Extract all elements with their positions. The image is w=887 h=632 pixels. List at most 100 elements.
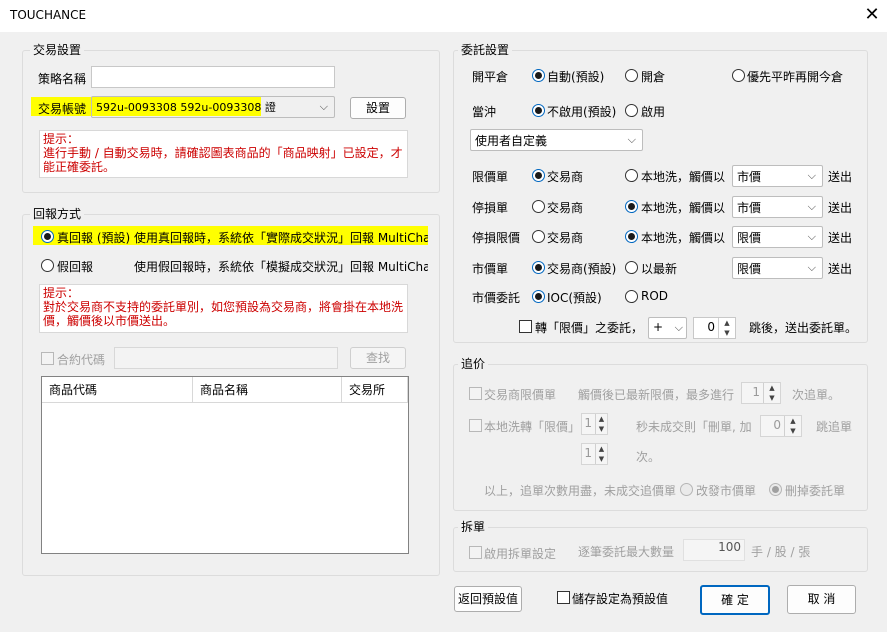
close-icon[interactable]: ✕ [862, 4, 882, 26]
fake-report-radio[interactable] [41, 259, 54, 272]
real-report-desc: 使用真回報時，系統依「實際成交狀況」回報 MultiCharts [134, 231, 428, 245]
chase-times-value: 1 [584, 446, 592, 460]
stop-limit-send-label: 送出 [828, 231, 853, 245]
exhaust-market-label: 改發市價單 [696, 484, 757, 498]
open-close-open-label: 開倉 [641, 70, 666, 84]
open-close-auto-radio[interactable] [532, 69, 545, 82]
user-defined-select[interactable]: 使用者自定義 ⌵ [470, 129, 643, 151]
convert-limit-checkbox[interactable] [519, 320, 532, 333]
chevron-down-icon: ⌵ [627, 133, 636, 146]
spinner-arrows-icon[interactable]: ▲ ▼ [595, 414, 607, 434]
market-broker-radio[interactable] [532, 261, 545, 274]
open-close-priority-label: 優先平昨再開今倉 [747, 70, 844, 84]
convert-sign-select[interactable]: + ⌵ [648, 317, 687, 339]
local-ticks-spinner[interactable]: 0 ▲ ▼ [760, 415, 802, 437]
open-close-label: 開平倉 [472, 70, 509, 84]
spinner-arrows-icon[interactable]: ▲ ▼ [718, 318, 735, 338]
limit-local-label: 本地洗，觸價以 [641, 170, 726, 184]
real-report-radio[interactable] [41, 230, 54, 243]
split-unit-label: 手 / 股 / 張 [751, 545, 811, 559]
stop-local-label: 本地洗，觸價以 [641, 201, 726, 215]
account-select[interactable]: 592u-0093308 592u-0093308 證 ⌵ [91, 96, 335, 118]
limit-order-label: 限價單 [472, 170, 509, 184]
broker-limit-label: 交易商限價單 [484, 388, 557, 402]
window-title: TOUCHANCE [10, 8, 87, 22]
day-trade-off-label: 不啟用(預設) [547, 105, 617, 119]
broker-limit-desc: 觸價後已最新限價，最多進行 [578, 388, 735, 402]
local-to-limit-desc: 秒未成交則「刪單, 加 [636, 420, 752, 434]
stop-price-value: 市價 [737, 201, 762, 215]
trade-hint-box: 提示： 進行手動 / 自動交易時，請確認圖表商品的「商品映射」已設定，才能正確委… [39, 130, 408, 178]
local-to-limit-suffix: 跳追單 [816, 420, 853, 434]
day-trade-on-radio[interactable] [625, 104, 638, 117]
stop-broker-label: 交易商 [547, 201, 584, 215]
product-table[interactable]: 商品代碼 商品名稱 交易所 [41, 376, 409, 554]
broker-limit-count-value: 1 [752, 385, 760, 399]
split-enable-checkbox[interactable] [469, 546, 482, 559]
convert-ticks-spinner[interactable]: 0 ▲ ▼ [693, 317, 736, 339]
exhaust-market-radio[interactable] [680, 483, 693, 496]
day-trade-off-radio[interactable] [532, 104, 545, 117]
exhaust-delete-label: 刪掉委託單 [785, 484, 846, 498]
stop-price-select[interactable]: 市價 ⌵ [732, 196, 823, 218]
tif-ioc-radio[interactable] [532, 290, 545, 303]
search-button[interactable]: 查找 [350, 347, 406, 369]
split-max-input[interactable]: 100 [683, 539, 745, 561]
open-close-priority-radio[interactable] [732, 69, 745, 82]
market-tif-label: 市價委託 [472, 291, 521, 305]
cancel-button[interactable]: 取 消 [787, 585, 856, 614]
contract-code-checkbox[interactable] [41, 352, 54, 365]
col-exchange[interactable]: 交易所 [342, 377, 408, 403]
chevron-down-icon: ⌵ [807, 230, 816, 243]
local-to-limit-checkbox[interactable] [469, 419, 482, 432]
save-default-label: 儲存設定為預設值 [572, 592, 669, 606]
stop-local-radio[interactable] [625, 200, 638, 213]
stop-limit-local-label: 本地洗，觸價以 [641, 231, 726, 245]
broker-limit-count-spinner[interactable]: 1 ▲ ▼ [741, 382, 781, 404]
limit-price-select[interactable]: 市價 ⌵ [732, 165, 823, 187]
tif-rod-radio[interactable] [625, 290, 638, 303]
limit-price-value: 市價 [737, 170, 762, 184]
stop-broker-radio[interactable] [532, 200, 545, 213]
split-enable-label: 啟用拆單設定 [484, 547, 557, 561]
day-trade-label: 當沖 [472, 105, 497, 119]
market-price-select[interactable]: 限價 ⌵ [732, 257, 823, 279]
chase-times-spinner[interactable]: 1 ▲ ▼ [581, 443, 608, 465]
fake-report-label: 假回報 [57, 260, 94, 274]
local-seconds-spinner[interactable]: 1 ▲ ▼ [581, 413, 608, 435]
stop-limit-local-radio[interactable] [625, 230, 638, 243]
strategy-name-label: 策略名稱 [38, 72, 87, 86]
stop-limit-broker-radio[interactable] [532, 230, 545, 243]
day-trade-on-label: 啟用 [641, 105, 666, 119]
ok-button[interactable]: 確 定 [700, 585, 770, 615]
real-report-label: 真回報 (預設) [57, 231, 131, 245]
limit-send-label: 送出 [828, 170, 853, 184]
stop-limit-price-select[interactable]: 限價 ⌵ [732, 226, 823, 248]
exhaust-delete-radio[interactable] [769, 483, 782, 496]
account-label: 交易帳號 [38, 102, 87, 116]
col-product-code[interactable]: 商品代碼 [42, 377, 193, 403]
limit-local-radio[interactable] [625, 169, 638, 182]
spinner-arrows-icon[interactable]: ▲ ▼ [763, 383, 780, 403]
save-default-checkbox[interactable] [557, 591, 570, 604]
limit-broker-radio[interactable] [532, 169, 545, 182]
tif-ioc-label: IOC(預設) [547, 291, 602, 305]
reset-defaults-button[interactable]: 返回預設值 [454, 586, 522, 612]
broker-limit-checkbox[interactable] [469, 387, 482, 400]
fake-report-desc: 使用假回報時，系統依「模擬成交狀況」回報 MultiCharts [134, 260, 428, 274]
spinner-arrows-icon[interactable]: ▲ ▼ [784, 416, 801, 436]
settings-button[interactable]: 設置 [350, 97, 406, 119]
chevron-down-icon: ⌵ [674, 321, 683, 334]
trade-settings-title: 交易設置 [30, 43, 85, 57]
split-title: 拆單 [458, 520, 489, 534]
market-latest-radio[interactable] [625, 261, 638, 274]
account-value: 592u-0093308 592u-0093308 證 [96, 101, 276, 114]
local-ticks-value: 0 [773, 418, 781, 432]
contract-code-input[interactable] [114, 347, 338, 369]
spinner-arrows-icon[interactable]: ▲ ▼ [595, 444, 607, 464]
col-product-name[interactable]: 商品名稱 [193, 377, 342, 403]
broker-limit-suffix: 次追單。 [792, 388, 841, 402]
open-close-open-radio[interactable] [625, 69, 638, 82]
market-broker-label: 交易商(預設) [547, 262, 617, 276]
strategy-name-input[interactable] [91, 66, 335, 88]
